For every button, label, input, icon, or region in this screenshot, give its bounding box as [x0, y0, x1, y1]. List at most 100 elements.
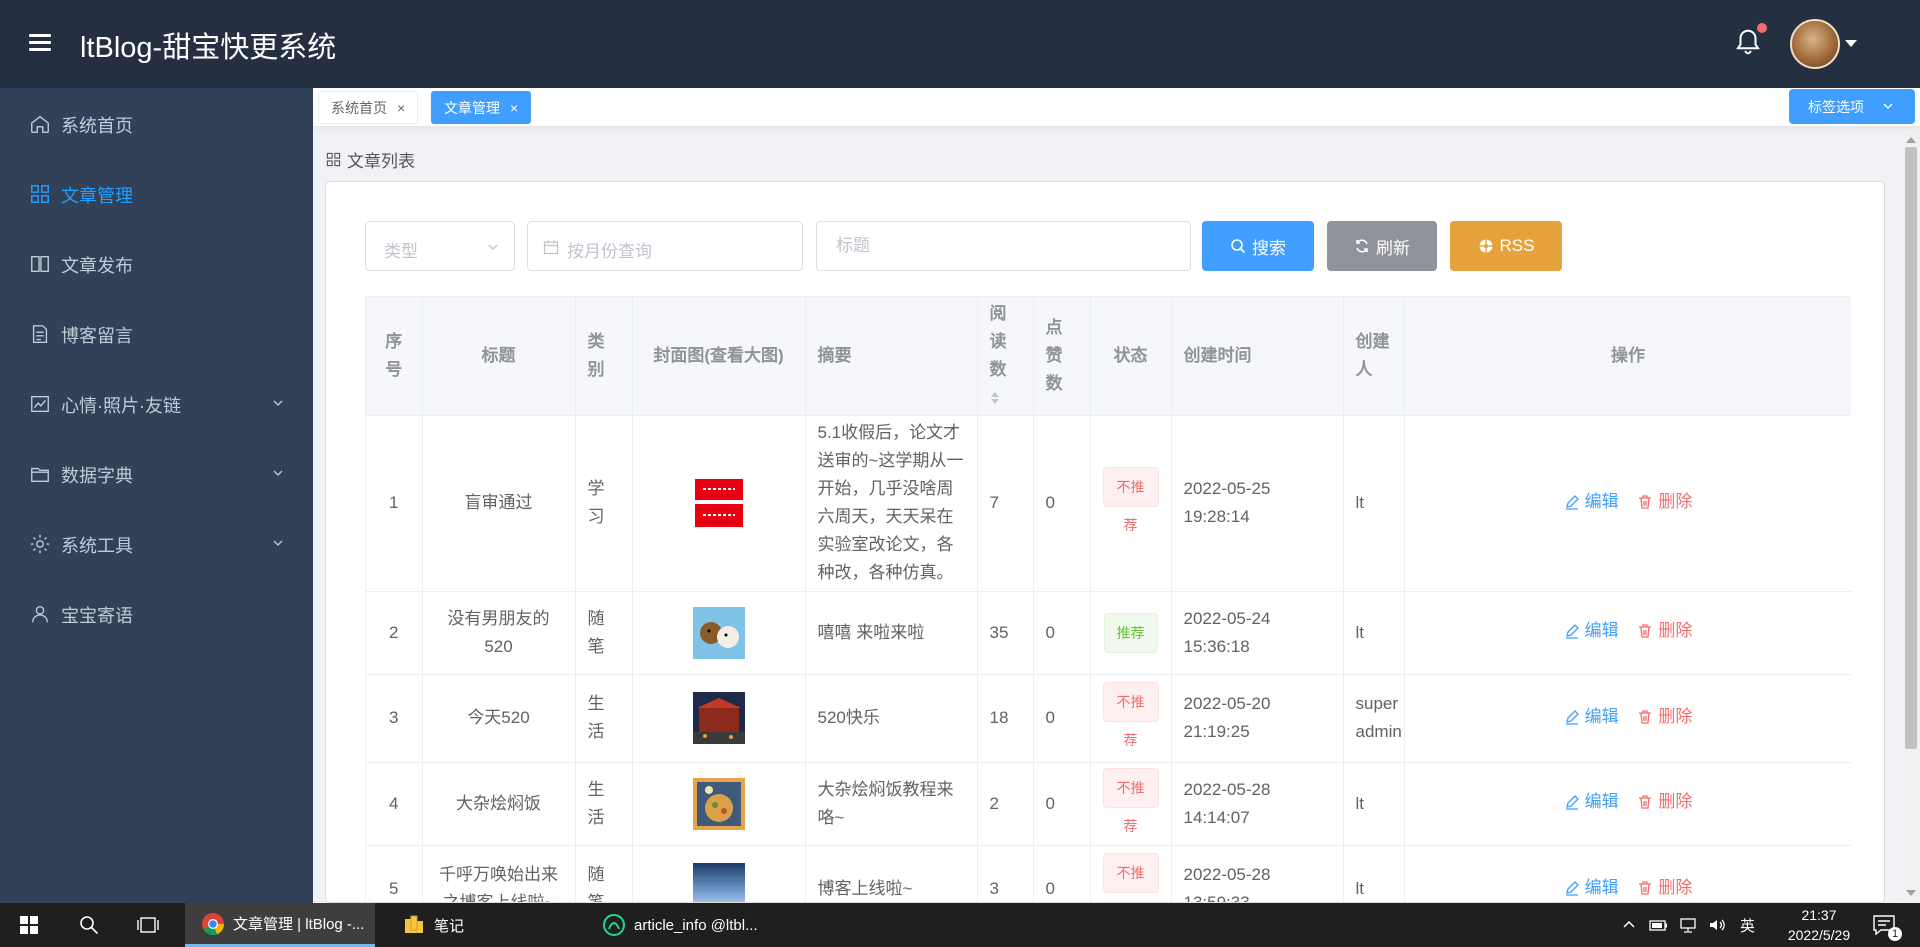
cell-reads: 7	[977, 415, 1034, 592]
cell-status: 不推荐	[1090, 762, 1172, 846]
cover-thumbnail[interactable]	[692, 863, 745, 903]
tag-options-button[interactable]: 标签选项	[1789, 89, 1915, 124]
sidebar-item-label: 心情·照片·友链	[61, 396, 181, 416]
user-avatar[interactable]	[1790, 19, 1840, 69]
book-icon	[31, 255, 49, 273]
edit-button[interactable]: 编辑	[1564, 874, 1619, 902]
cell-reads: 3	[977, 845, 1034, 902]
delete-button[interactable]: 删除	[1637, 788, 1692, 816]
scroll-down-arrow-icon[interactable]	[1906, 890, 1916, 896]
search-icon[interactable]	[79, 915, 99, 935]
document-icon	[32, 325, 48, 343]
edit-label: 编辑	[1584, 491, 1619, 511]
chart-icon	[31, 395, 49, 413]
sidebar-item-messages[interactable]: 博客留言	[0, 298, 313, 368]
cover-thumbnail[interactable]	[692, 606, 745, 659]
chevron-down-icon	[488, 244, 498, 250]
cover-thumbnail[interactable]	[693, 477, 745, 529]
volume-icon[interactable]	[1707, 915, 1727, 935]
collapse-menu-icon[interactable]	[27, 30, 53, 56]
cell-actions: 编辑 删除	[1404, 674, 1851, 763]
refresh-button[interactable]: 刷新	[1327, 221, 1437, 271]
cell-reads: 2	[977, 762, 1034, 846]
scroll-up-arrow-icon[interactable]	[1906, 137, 1916, 143]
cell-no: 2	[366, 591, 423, 675]
cell-title: 今天520	[422, 674, 576, 763]
cover-thumbnail[interactable]	[692, 777, 745, 830]
close-icon[interactable]: ×	[510, 100, 518, 116]
chevron-up-icon[interactable]	[1622, 917, 1636, 931]
cell-reads: 35	[977, 591, 1034, 675]
taskbar-app-label: 文章管理 | ltBlog -...	[233, 916, 365, 933]
cover-thumbnail[interactable]	[692, 692, 745, 744]
caret-down-icon[interactable]	[1845, 40, 1857, 47]
cell-category: 学习	[575, 415, 633, 592]
grid-icon	[31, 185, 49, 203]
cell-title: 大杂烩焖饭	[422, 762, 576, 846]
edit-button[interactable]: 编辑	[1564, 617, 1619, 645]
sidebar-item-tools[interactable]: 系统工具	[0, 508, 313, 578]
sidebar-item-baby-words[interactable]: 宝宝寄语	[0, 578, 313, 648]
sort-icon[interactable]	[990, 391, 1000, 405]
cell-likes: 0	[1033, 591, 1091, 675]
sidebar-item-label: 博客留言	[61, 326, 133, 346]
sidebar-item-dictionary[interactable]: 数据字典	[0, 438, 313, 508]
battery-icon[interactable]	[1648, 915, 1668, 935]
grid-icon	[326, 152, 341, 167]
title-search-input[interactable]	[816, 221, 1191, 271]
type-select[interactable]: 类型	[365, 221, 515, 271]
col-header-reads-line2: 数	[989, 359, 1007, 379]
delete-button[interactable]: 删除	[1637, 703, 1692, 731]
col-header-reads[interactable]: 阅读 数	[977, 297, 1034, 416]
edit-label: 编辑	[1584, 877, 1619, 897]
status-badge: 不推荐	[1102, 853, 1159, 893]
rss-button-label: RSS	[1499, 236, 1535, 255]
edit-button[interactable]: 编辑	[1564, 703, 1619, 731]
input-method-indicator[interactable]: 英	[1740, 915, 1755, 936]
sidebar-item-label: 系统工具	[61, 536, 133, 556]
cell-cover	[632, 415, 806, 592]
search-button[interactable]: 搜索	[1202, 221, 1314, 271]
table-row: 5 千呼万唤始出来之博客上线啦~ 随笔 博客上线啦~ 3 0 不推荐 2022-…	[366, 845, 1851, 903]
sidebar-item-publish[interactable]: 文章发布	[0, 228, 313, 298]
delete-button[interactable]: 删除	[1637, 874, 1692, 902]
col-header-cover: 封面图(查看大图)	[632, 297, 806, 416]
edit-button[interactable]: 编辑	[1564, 488, 1619, 516]
edit-button[interactable]: 编辑	[1564, 788, 1619, 816]
taskbar-app-notes[interactable]: 笔记	[390, 903, 570, 947]
clock-date: 2022/5/29	[1787, 927, 1851, 943]
windows-start-icon[interactable]	[20, 916, 38, 934]
sidebar-item-articles[interactable]: 文章管理	[0, 158, 313, 228]
sidebar-item-mood[interactable]: 心情·照片·友链	[0, 368, 313, 438]
breadcrumb-label: 文章列表	[347, 152, 415, 171]
tag-options-label: 标签选项	[1808, 98, 1864, 115]
breadcrumb: 文章列表	[326, 147, 415, 172]
notification-count-badge: 1	[1888, 927, 1903, 941]
taskbar-app-chrome[interactable]: 文章管理 | ltBlog -...	[185, 903, 375, 947]
cell-created: 2022-05-24 15:36:18	[1171, 591, 1344, 675]
col-header-no: 序号	[366, 297, 423, 416]
tag-home[interactable]: 系统首页 ×	[318, 91, 419, 124]
clock-time: 21:37	[1801, 907, 1837, 923]
taskbar-app-datagrip[interactable]: article_info @ltbl...	[594, 903, 784, 947]
month-picker[interactable]: 按月份查询	[527, 221, 803, 271]
chevron-down-icon	[273, 540, 283, 546]
network-icon[interactable]	[1678, 915, 1698, 935]
system-clock[interactable]: 21:37 2022/5/29	[1774, 905, 1864, 945]
col-header-title: 标题	[422, 297, 576, 416]
cell-no: 1	[366, 415, 423, 592]
windows-taskbar: 文章管理 | ltBlog -... 笔记 article_info @ltbl…	[0, 903, 1920, 947]
col-header-created: 创建时间	[1171, 297, 1344, 416]
tag-articles[interactable]: 文章管理 ×	[431, 91, 532, 124]
sidebar-item-home[interactable]: 系统首页	[0, 88, 313, 158]
delete-button[interactable]: 删除	[1637, 617, 1692, 645]
home-icon	[31, 115, 49, 133]
rss-button[interactable]: RSS	[1450, 221, 1562, 271]
task-view-icon[interactable]	[137, 915, 159, 935]
cell-actions: 编辑 删除	[1404, 591, 1851, 675]
delete-button[interactable]: 删除	[1637, 488, 1692, 516]
scrollbar-thumb[interactable]	[1905, 147, 1917, 749]
cell-creator: lt	[1343, 845, 1405, 902]
close-icon[interactable]: ×	[397, 100, 405, 116]
delete-label: 删除	[1658, 491, 1693, 511]
